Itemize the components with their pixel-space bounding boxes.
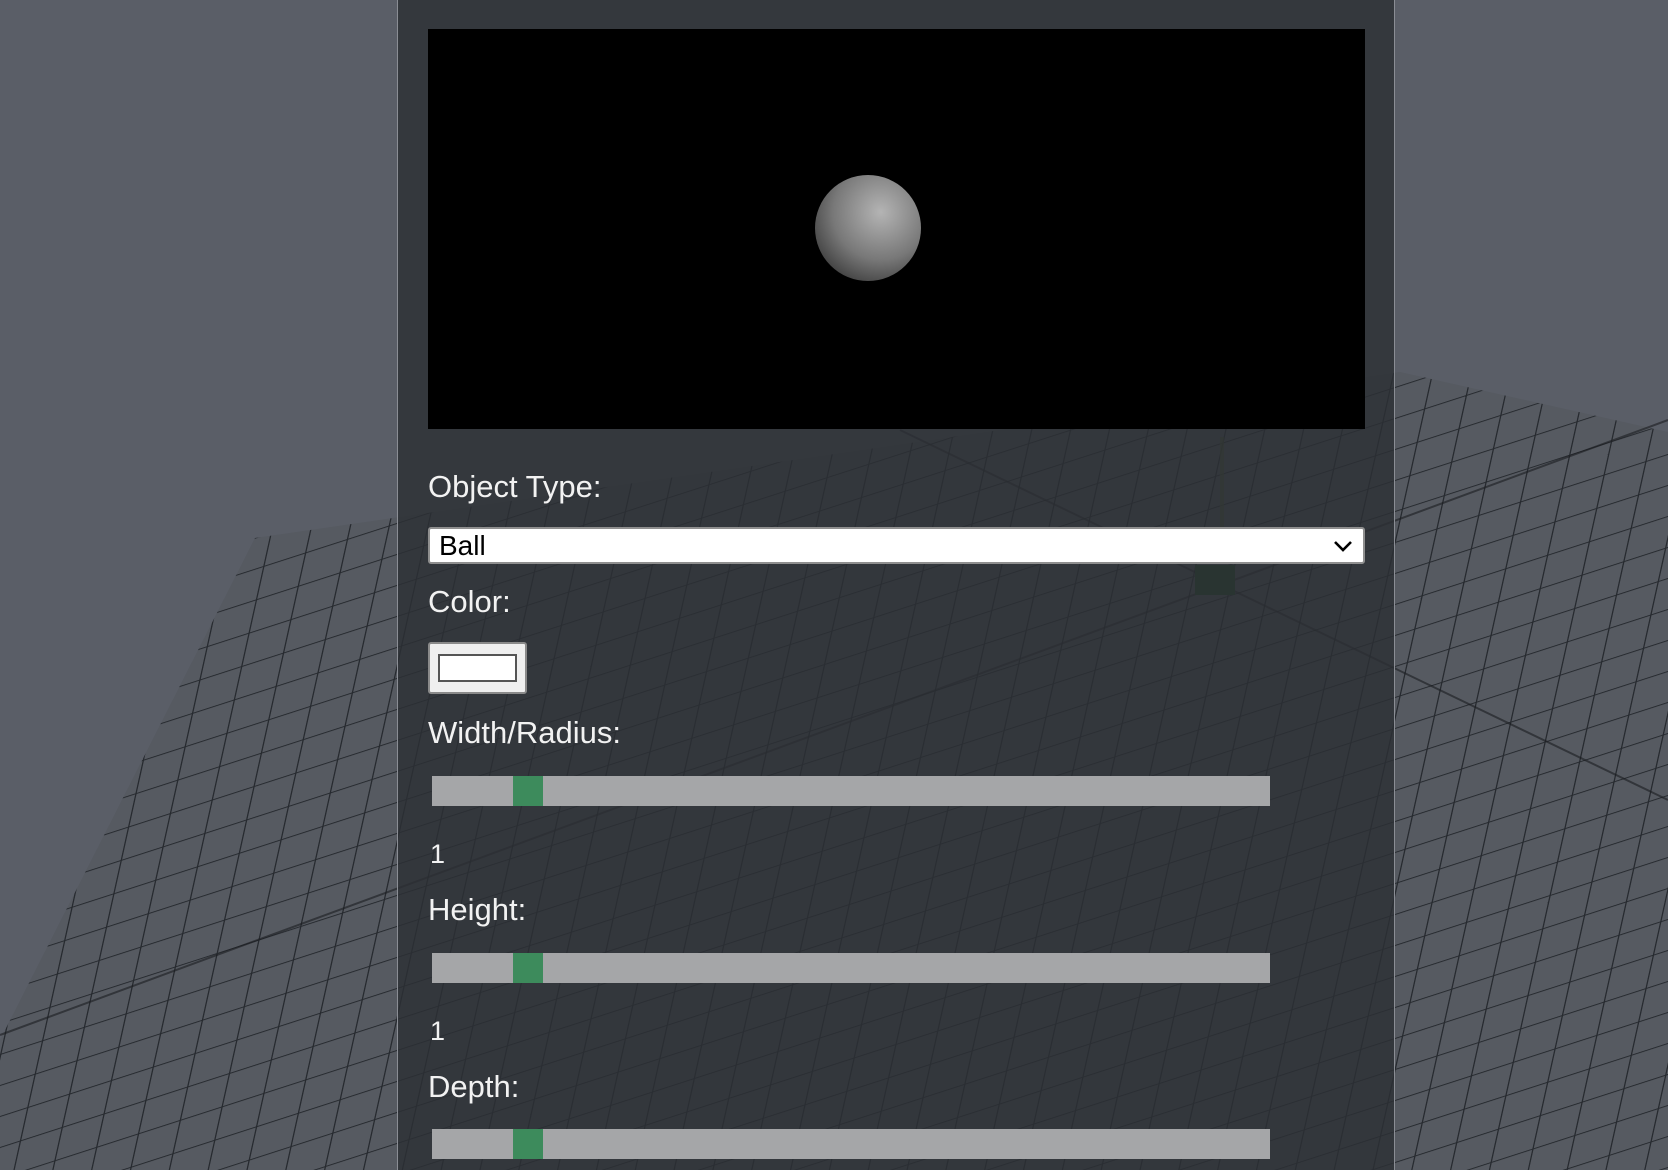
depth-slider[interactable]: [432, 1129, 1270, 1159]
width-radius-slider-thumb[interactable]: [512, 776, 543, 806]
width-radius-label: Width/Radius:: [428, 715, 621, 750]
object-editor-panel: Object Type: Ball Color: Width/Radius: 1…: [397, 0, 1395, 1170]
object-type-label: Object Type:: [428, 469, 602, 504]
height-value: 1: [430, 1016, 446, 1046]
object-preview: [428, 29, 1365, 429]
color-label: Color:: [428, 584, 511, 619]
object-type-selected: Ball: [439, 530, 486, 561]
chevron-down-icon: [1334, 541, 1352, 552]
height-label: Height:: [428, 892, 527, 927]
height-slider[interactable]: [432, 953, 1270, 983]
object-type-select[interactable]: Ball: [428, 527, 1365, 564]
width-radius-slider[interactable]: [432, 776, 1270, 806]
height-slider-thumb[interactable]: [512, 953, 543, 983]
depth-slider-thumb[interactable]: [512, 1129, 543, 1159]
width-radius-value: 1: [430, 839, 446, 869]
ball-preview: [815, 175, 921, 281]
depth-label: Depth:: [428, 1069, 520, 1104]
color-swatch: [438, 654, 517, 682]
color-picker[interactable]: [428, 642, 527, 694]
